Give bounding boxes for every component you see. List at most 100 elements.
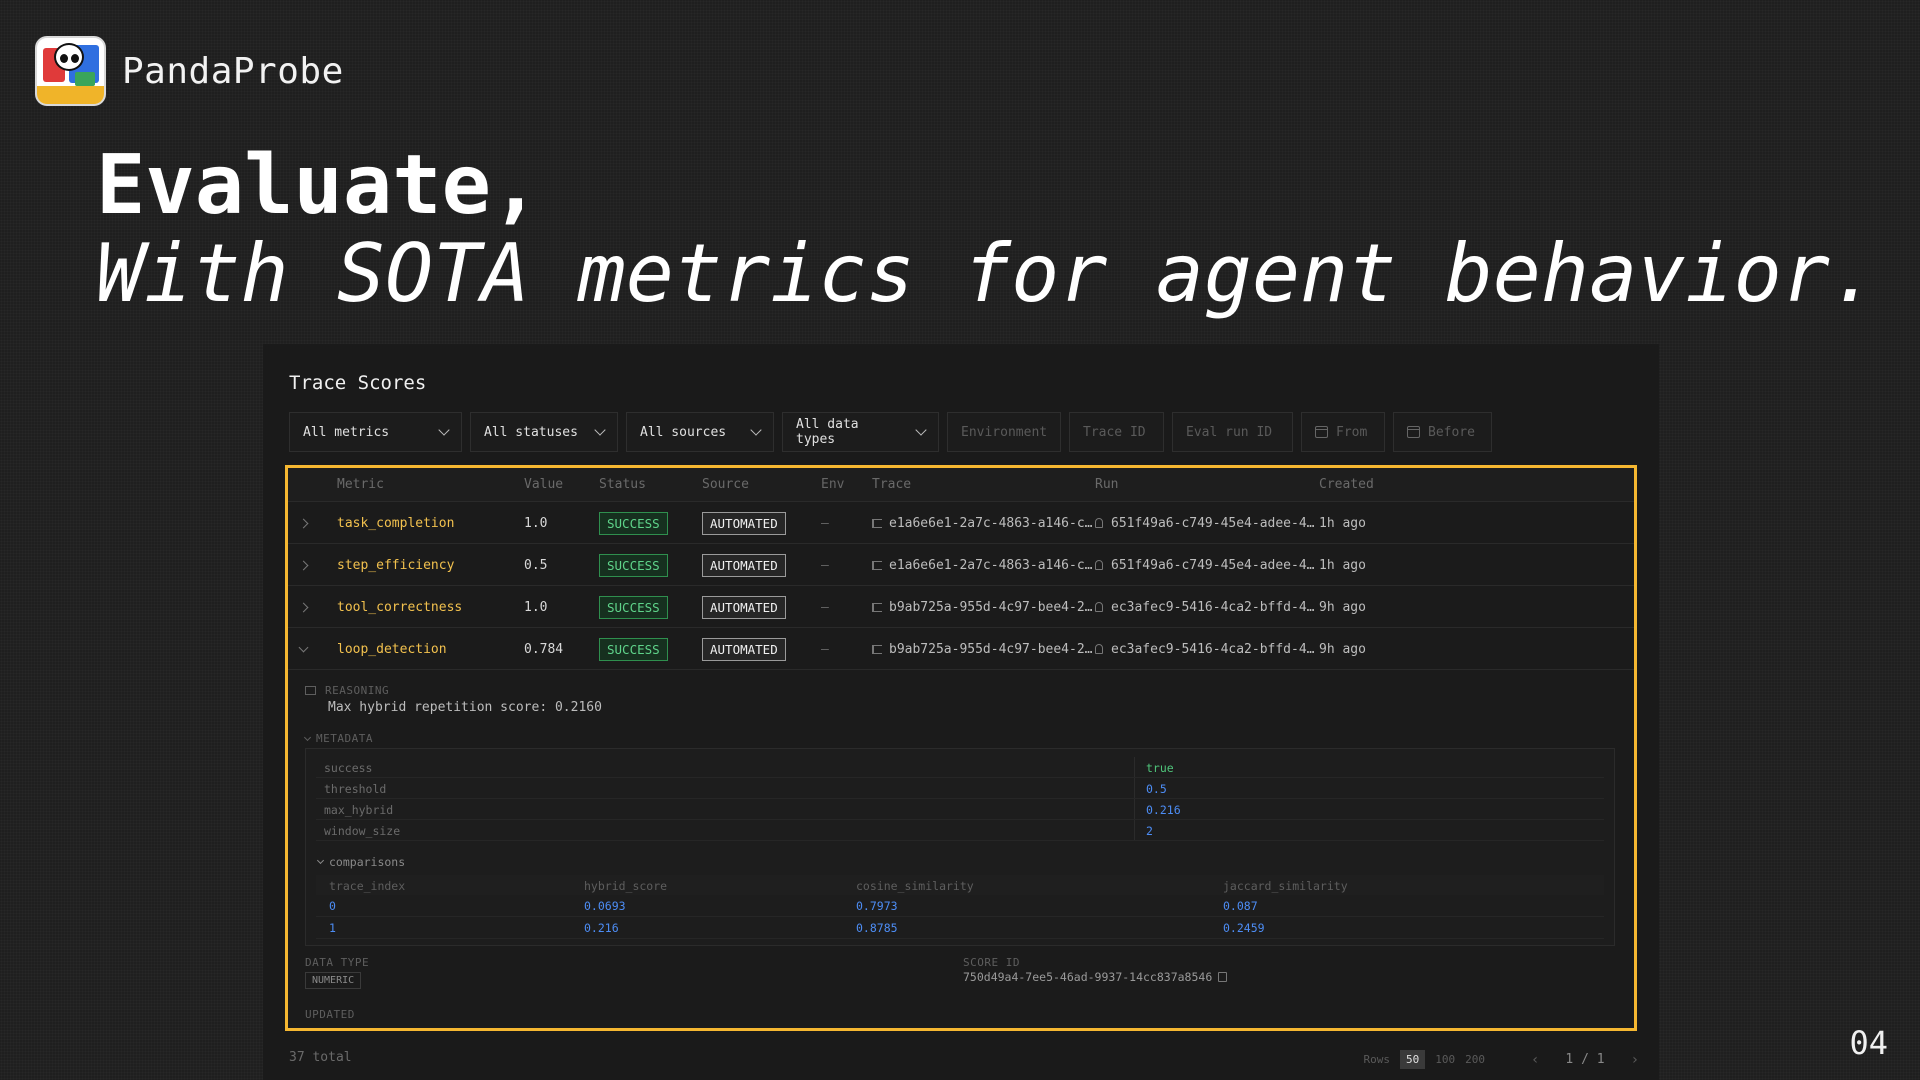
trace-link[interactable]: e1a6e6e1-2a7c-4863-a146-c…	[872, 502, 1093, 544]
metadata-key: window_size	[324, 824, 401, 838]
data-type-label: DATA TYPE	[305, 956, 370, 969]
rows-option-50[interactable]: 50	[1399, 1050, 1426, 1069]
table-row-expanded[interactable]: loop_detection 0.784 SUCCESS AUTOMATED –…	[288, 628, 1634, 670]
trace-scores-panel: Trace Scores All metrics All statuses Al…	[263, 344, 1659, 1080]
comparison-cell: 1	[329, 921, 336, 935]
run-id: 651f49a6-c749-45e4-adee-4…	[1111, 515, 1315, 531]
eval-run-id-input[interactable]: Eval run ID	[1172, 412, 1293, 452]
trace-link[interactable]: b9ab725a-955d-4c97-bee4-2…	[872, 628, 1093, 670]
score-id-label: SCORE ID	[963, 956, 1020, 969]
metadata-key: threshold	[324, 782, 387, 796]
status-badge-cell: SUCCESS	[599, 544, 668, 586]
metric-name: loop_detection	[337, 641, 447, 657]
chevron-down-icon	[915, 424, 927, 436]
sources-filter[interactable]: All sources	[626, 412, 774, 452]
trace-id: b9ab725a-955d-4c97-bee4-2…	[889, 599, 1093, 615]
score-id: 750d49a4-7ee5-46ad-9937-14cc837a8546	[963, 970, 1228, 984]
run-link[interactable]: 651f49a6-c749-45e4-adee-4…	[1095, 502, 1315, 544]
filter-bar: All metrics All statuses All sources All…	[289, 412, 1492, 452]
collapse-chevron-icon[interactable]	[298, 628, 309, 670]
next-page-icon[interactable]: ›	[1631, 1052, 1639, 1068]
comparison-header: cosine_similarity	[856, 879, 974, 893]
before-date-picker[interactable]: Before	[1393, 412, 1492, 452]
trace-id-placeholder: Trace ID	[1083, 424, 1146, 440]
status-badge: SUCCESS	[599, 637, 668, 661]
trace-id: b9ab725a-955d-4c97-bee4-2…	[889, 641, 1093, 657]
chevron-down-icon	[438, 424, 450, 436]
data-types-filter[interactable]: All data types	[782, 412, 939, 452]
eval-run-id-placeholder: Eval run ID	[1186, 424, 1273, 440]
metadata-key: max_hybrid	[324, 803, 394, 817]
metadata-key: success	[324, 761, 373, 775]
headline-subtitle: With SOTA metrics for agent behavior.	[96, 227, 1879, 320]
comparison-header: jaccard_similarity	[1223, 879, 1348, 893]
statuses-filter[interactable]: All statuses	[470, 412, 618, 452]
env-value: –	[821, 641, 829, 657]
updated-label: UPDATED	[305, 1008, 355, 1021]
before-label: Before	[1428, 424, 1475, 440]
column-header-created[interactable]: Created	[1319, 477, 1374, 492]
trace-id: e1a6e6e1-2a7c-4863-a146-c…	[889, 557, 1093, 573]
statuses-filter-label: All statuses	[484, 424, 578, 440]
comparisons-toggle[interactable]: comparisons	[316, 855, 405, 869]
total-count: 37 total	[289, 1050, 352, 1065]
rows-option-200[interactable]: 200	[1465, 1053, 1485, 1066]
run-id: ec3afec9-5416-4ca2-bffd-4…	[1111, 641, 1315, 657]
table-row[interactable]: tool_correctness 1.0 SUCCESS AUTOMATED –…	[288, 586, 1634, 628]
source-badge-cell: AUTOMATED	[702, 544, 786, 586]
run-link[interactable]: ec3afec9-5416-4ca2-bffd-4…	[1095, 586, 1315, 628]
environment-input[interactable]: Environment	[947, 412, 1061, 452]
comparison-cell: 0.0693	[584, 899, 626, 913]
pagination: Rows 50 100 200 ‹ 1 / 1 ›	[1363, 1050, 1639, 1069]
column-header-value[interactable]: Value	[524, 477, 563, 492]
run-icon	[1095, 518, 1103, 528]
run-link[interactable]: ec3afec9-5416-4ca2-bffd-4…	[1095, 628, 1315, 670]
from-label: From	[1336, 424, 1368, 440]
comparison-row: 0 0.0693 0.7973 0.087	[316, 895, 1604, 917]
column-header-source[interactable]: Source	[702, 477, 749, 492]
status-badge-cell: SUCCESS	[599, 628, 668, 670]
rows-option-100[interactable]: 100	[1435, 1053, 1455, 1066]
column-header-run[interactable]: Run	[1095, 477, 1118, 492]
expand-chevron-icon[interactable]	[298, 502, 309, 544]
trace-link[interactable]: e1a6e6e1-2a7c-4863-a146-c…	[872, 544, 1093, 586]
metadata-box: success true threshold 0.5 max_hybrid 0.216…	[305, 748, 1615, 946]
brand: PandaProbe	[35, 36, 344, 106]
comparison-header: hybrid_score	[584, 879, 668, 893]
from-date-picker[interactable]: From	[1301, 412, 1385, 452]
metadata-row: success true	[316, 757, 1604, 778]
column-header-metric[interactable]: Metric	[337, 477, 384, 492]
trace-id-input[interactable]: Trace ID	[1069, 412, 1164, 452]
table-row[interactable]: step_efficiency 0.5 SUCCESS AUTOMATED – …	[288, 544, 1634, 586]
source-badge-cell: AUTOMATED	[702, 502, 786, 544]
metadata-value: 2	[1146, 824, 1153, 838]
run-link[interactable]: 651f49a6-c749-45e4-adee-4…	[1095, 544, 1315, 586]
trace-icon	[872, 560, 882, 570]
copy-icon[interactable]	[1218, 972, 1228, 982]
data-type-badge: NUMERIC	[305, 972, 362, 989]
prev-page-icon[interactable]: ‹	[1531, 1052, 1539, 1068]
trace-link[interactable]: b9ab725a-955d-4c97-bee4-2…	[872, 586, 1093, 628]
column-header-trace[interactable]: Trace	[872, 477, 911, 492]
column-header-env[interactable]: Env	[821, 477, 844, 492]
metadata-toggle[interactable]: METADATA	[303, 732, 373, 745]
column-header-status[interactable]: Status	[599, 477, 646, 492]
expand-chevron-icon[interactable]	[298, 544, 309, 586]
expand-chevron-icon[interactable]	[298, 586, 309, 628]
source-badge: AUTOMATED	[702, 511, 786, 535]
metadata-value: true	[1146, 761, 1174, 775]
status-badge: SUCCESS	[599, 511, 668, 535]
env-value: –	[821, 557, 829, 573]
source-badge: AUTOMATED	[702, 637, 786, 661]
chevron-down-icon	[594, 424, 606, 436]
created-time: 1h ago	[1319, 557, 1366, 573]
source-badge-cell: AUTOMATED	[702, 628, 786, 670]
environment-placeholder: Environment	[961, 424, 1048, 440]
panel-title: Trace Scores	[289, 372, 427, 394]
metrics-filter[interactable]: All metrics	[289, 412, 462, 452]
trace-id: e1a6e6e1-2a7c-4863-a146-c…	[889, 515, 1093, 531]
reasoning-header: REASONING	[305, 684, 389, 697]
trace-icon	[872, 602, 882, 612]
table-row[interactable]: task_completion 1.0 SUCCESS AUTOMATED – …	[288, 502, 1634, 544]
metadata-row: window_size 2	[316, 820, 1604, 841]
